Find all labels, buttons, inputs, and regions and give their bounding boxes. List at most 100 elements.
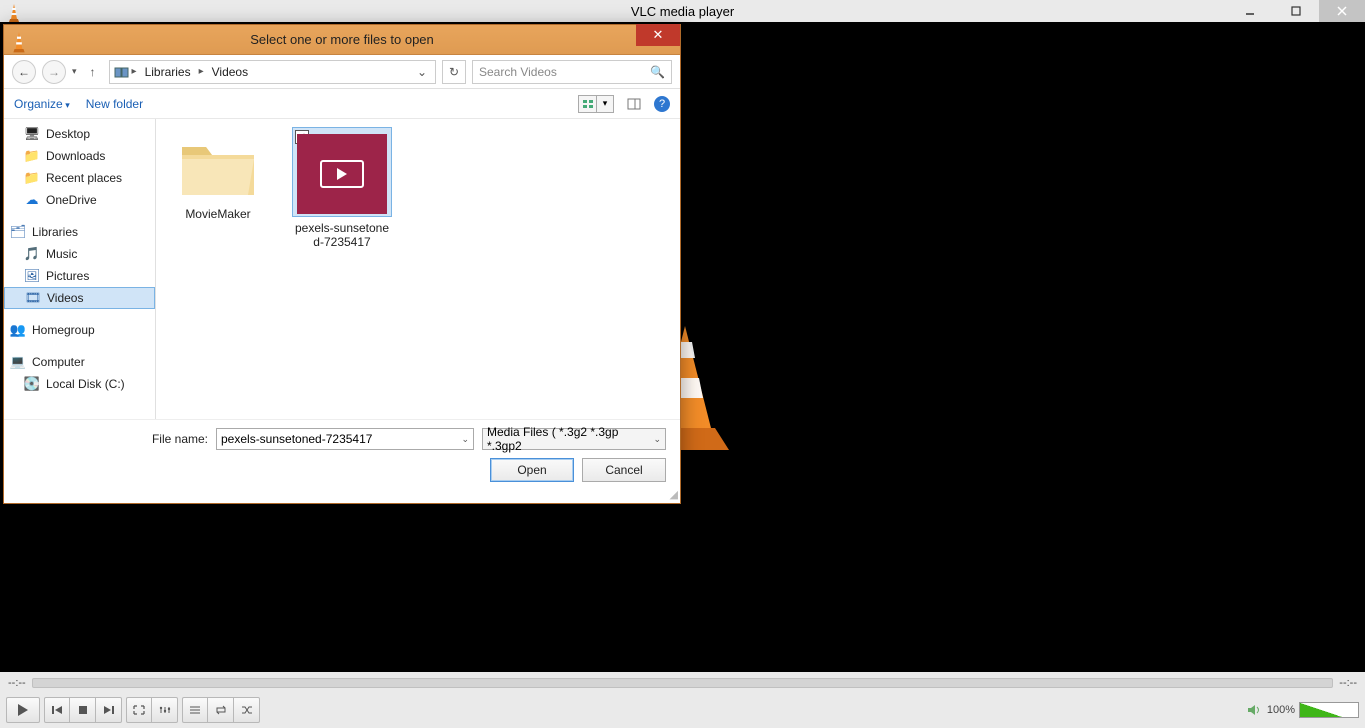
- tree-music[interactable]: 🎵 Music: [4, 243, 155, 265]
- dialog-title: Select one or more files to open: [250, 32, 434, 47]
- video-thumbnail: ✓: [292, 127, 392, 217]
- view-mode-selector[interactable]: ▾: [578, 95, 614, 113]
- tree-label: Libraries: [32, 225, 78, 239]
- tree-label: Computer: [32, 355, 85, 369]
- file-label: MovieMaker: [164, 207, 272, 221]
- search-input[interactable]: Search Videos 🔍: [472, 60, 672, 84]
- organize-menu[interactable]: Organize: [14, 97, 70, 111]
- resize-grip[interactable]: ◢: [670, 488, 678, 501]
- seek-row: --:-- --:--: [0, 674, 1365, 692]
- videos-icon: 🎞: [25, 290, 41, 306]
- time-elapsed: --:--: [8, 677, 26, 689]
- breadcrumb-libraries[interactable]: Libraries: [139, 63, 197, 81]
- file-open-dialog: Select one or more files to open ✕ ← → ▾…: [3, 24, 681, 504]
- volume-slider[interactable]: [1299, 702, 1359, 718]
- computer-icon: 💻: [10, 354, 26, 370]
- tree-onedrive[interactable]: ☁ OneDrive: [4, 189, 155, 211]
- view-thumbnails-icon[interactable]: [578, 95, 596, 113]
- tree-label: Downloads: [46, 149, 105, 163]
- volume-percent: 100%: [1267, 704, 1295, 716]
- shuffle-button[interactable]: [234, 697, 260, 723]
- file-list[interactable]: MovieMaker ✓ pexels-sunsetone d-7235417: [156, 119, 680, 419]
- tree-label: OneDrive: [46, 193, 97, 207]
- file-item-video[interactable]: ✓ pexels-sunsetone d-7235417: [288, 127, 396, 250]
- open-button[interactable]: Open: [490, 458, 574, 482]
- view-dropdown-icon[interactable]: ▾: [596, 95, 614, 113]
- vlc-cone-icon: [10, 31, 28, 49]
- chevron-right-icon[interactable]: ▸: [132, 66, 137, 77]
- folder-tree[interactable]: 🖥 Desktop 📁 Downloads 📁 Recent places ☁ OneD…: [4, 119, 156, 419]
- file-label: pexels-sunsetone d-7235417: [288, 221, 396, 250]
- close-button[interactable]: [1319, 0, 1365, 22]
- tree-label: Homegroup: [32, 323, 95, 337]
- dialog-close-button[interactable]: ✕: [636, 24, 680, 46]
- desktop-icon: 🖥: [24, 126, 40, 142]
- vlc-window-title: VLC media player: [631, 4, 734, 19]
- tree-desktop[interactable]: 🖥 Desktop: [4, 123, 155, 145]
- tree-local-c[interactable]: 💽 Local Disk (C:): [4, 373, 155, 395]
- file-item-folder[interactable]: MovieMaker: [164, 127, 272, 221]
- music-icon: 🎵: [24, 246, 40, 262]
- tree-computer[interactable]: 💻 Computer: [4, 351, 155, 373]
- tree-pictures[interactable]: 🖼 Pictures: [4, 265, 155, 287]
- chevron-right-icon[interactable]: ▸: [199, 66, 204, 77]
- chevron-down-icon[interactable]: ⌄: [461, 434, 469, 445]
- stop-button[interactable]: [70, 697, 96, 723]
- filename-input[interactable]: pexels-sunsetoned-7235417 ⌄: [216, 428, 474, 450]
- preview-pane-button[interactable]: [624, 95, 644, 113]
- tree-label: Local Disk (C:): [46, 377, 125, 391]
- file-label-line: pexels-sunsetone: [295, 221, 389, 235]
- tree-label: Videos: [47, 291, 83, 305]
- cancel-button[interactable]: Cancel: [582, 458, 666, 482]
- filetype-select[interactable]: Media Files ( *.3g2 *.3gp *.3gp2 ⌄: [482, 428, 666, 450]
- prev-button[interactable]: [44, 697, 70, 723]
- disk-icon: 💽: [24, 376, 40, 392]
- filename-label: File name:: [152, 432, 208, 446]
- tree-label: Pictures: [46, 269, 89, 283]
- vlc-cone-icon: [6, 3, 22, 19]
- recent-icon: 📁: [24, 170, 40, 186]
- fullscreen-button[interactable]: [126, 697, 152, 723]
- breadcrumb[interactable]: ▸ Libraries ▸ Videos ⌄: [109, 60, 436, 84]
- pictures-icon: 🖼: [24, 268, 40, 284]
- tree-libraries[interactable]: 🗂 Libraries: [4, 221, 155, 243]
- time-total: --:--: [1339, 677, 1357, 689]
- tree-homegroup[interactable]: 👥 Homegroup: [4, 319, 155, 341]
- volume-control: 100%: [1247, 702, 1359, 718]
- filename-value: pexels-sunsetoned-7235417: [221, 432, 372, 446]
- nav-back-button[interactable]: ←: [12, 60, 36, 84]
- folder-icon: [178, 135, 258, 199]
- play-button[interactable]: [6, 697, 40, 723]
- new-folder-button[interactable]: New folder: [86, 97, 143, 111]
- maximize-button[interactable]: [1273, 0, 1319, 22]
- libraries-icon: [114, 65, 130, 79]
- tree-downloads[interactable]: 📁 Downloads: [4, 145, 155, 167]
- downloads-icon: 📁: [24, 148, 40, 164]
- homegroup-icon: 👥: [10, 322, 26, 338]
- seek-bar[interactable]: [32, 678, 1334, 688]
- minimize-button[interactable]: [1227, 0, 1273, 22]
- ext-settings-button[interactable]: [152, 697, 178, 723]
- tree-recent[interactable]: 📁 Recent places: [4, 167, 155, 189]
- tree-label: Desktop: [46, 127, 90, 141]
- tree-label: Recent places: [46, 171, 122, 185]
- playlist-button[interactable]: [182, 697, 208, 723]
- chevron-down-icon[interactable]: ⌄: [653, 434, 661, 445]
- speaker-icon[interactable]: [1247, 703, 1263, 717]
- next-button[interactable]: [96, 697, 122, 723]
- refresh-button[interactable]: ↻: [442, 60, 466, 84]
- breadcrumb-dropdown[interactable]: ⌄: [413, 65, 431, 79]
- tree-videos[interactable]: 🎞 Videos: [4, 287, 155, 309]
- help-button[interactable]: ?: [654, 96, 670, 112]
- onedrive-icon: ☁: [24, 192, 40, 208]
- libraries-icon: 🗂: [10, 224, 26, 240]
- nav-up-button[interactable]: ↑: [83, 65, 103, 79]
- tree-label: Music: [46, 247, 77, 261]
- loop-button[interactable]: [208, 697, 234, 723]
- vlc-titlebar: VLC media player: [0, 0, 1365, 22]
- file-label-line: d-7235417: [313, 235, 370, 249]
- filetype-value: Media Files ( *.3g2 *.3gp *.3gp2: [487, 425, 653, 453]
- breadcrumb-videos[interactable]: Videos: [206, 63, 254, 81]
- nav-forward-button[interactable]: →: [42, 60, 66, 84]
- dialog-titlebar: Select one or more files to open ✕: [4, 25, 680, 55]
